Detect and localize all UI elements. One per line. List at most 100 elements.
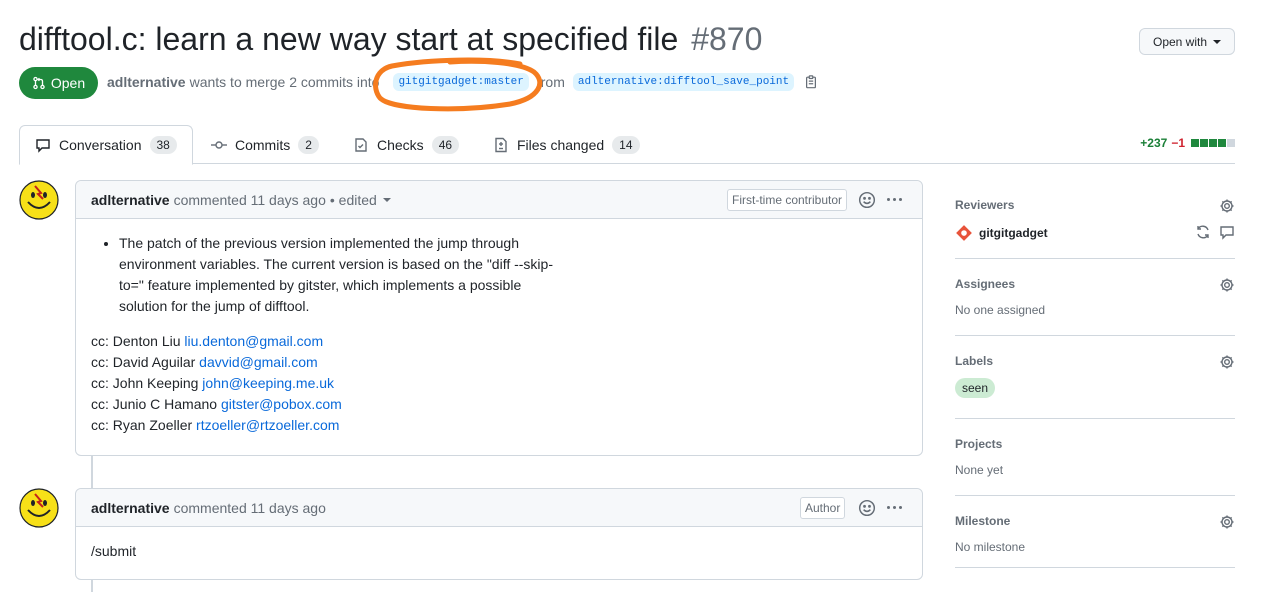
diffstat-block xyxy=(1227,139,1235,147)
from-text: from xyxy=(536,74,565,90)
smiley-icon[interactable] xyxy=(858,191,876,209)
tab-files-changed[interactable]: Files changed 14 xyxy=(493,125,640,164)
sidebar-heading[interactable]: Reviewers xyxy=(955,198,1235,212)
cc-name: cc: Denton Liu xyxy=(91,333,181,349)
email-link[interactable]: john@keeping.me.uk xyxy=(202,375,334,391)
comment-author[interactable]: adlternative xyxy=(91,192,170,208)
label-seen[interactable]: seen xyxy=(955,378,996,398)
pr-number: #870 xyxy=(691,21,763,57)
comment-timestamp[interactable]: commented 11 days ago xyxy=(174,192,326,208)
cc-name: cc: David Aguilar xyxy=(91,354,196,370)
email-link[interactable]: davvid@gmail.com xyxy=(199,354,317,370)
sidebar-projects: Projects None yet xyxy=(955,419,1235,496)
email-link[interactable]: liu.denton@gmail.com xyxy=(184,333,323,349)
bullet-list: The patch of the previous version implem… xyxy=(91,233,907,317)
sidebar-reviewers: Reviewers gitgitgadget xyxy=(955,180,1235,259)
additions-count: +237 xyxy=(1140,136,1168,150)
comment-timestamp[interactable]: commented 11 days ago xyxy=(174,500,326,516)
gear-icon[interactable] xyxy=(1219,514,1235,530)
reviewer-item[interactable]: gitgitgadget xyxy=(955,224,1235,242)
pr-meta: adlternative wants to merge 2 commits in… xyxy=(107,73,818,91)
author-badge: Author xyxy=(800,497,846,519)
sync-icon[interactable] xyxy=(1195,224,1211,240)
dot xyxy=(887,506,890,509)
timeline-connector xyxy=(91,456,93,488)
pull-request-icon xyxy=(33,76,45,90)
page-title: difftool.c: learn a new way start at spe… xyxy=(19,19,762,59)
gear-icon[interactable] xyxy=(1219,354,1235,370)
comment-body: /submit xyxy=(76,527,922,576)
comment-header: adlternative commented 11 days ago Autho… xyxy=(76,489,922,527)
sidebar-value: None yet xyxy=(955,463,1004,477)
merge-text: wants to merge 2 commits into xyxy=(189,74,380,90)
cc-line: cc: Junio C Hamano gitster@pobox.com xyxy=(91,394,907,415)
avatar[interactable] xyxy=(19,488,59,528)
tab-checks[interactable]: Checks 46 xyxy=(353,125,460,164)
comment-text: /submit xyxy=(91,543,137,559)
dot xyxy=(887,198,890,201)
smiley-icon[interactable] xyxy=(858,499,876,517)
sidebar-value: No milestone xyxy=(955,540,1026,554)
dot xyxy=(893,198,896,201)
sidebar-labels: Labels seen xyxy=(955,336,1235,419)
pr-tabs: Conversation 38 Commits 2 Checks 46 File… xyxy=(19,125,1235,165)
tab-counter: 46 xyxy=(431,135,460,154)
deletions-count: −1 xyxy=(1171,136,1185,150)
cc-line: cc: David Aguilar davvid@gmail.com xyxy=(91,352,907,373)
cc-name: cc: Junio C Hamano xyxy=(91,396,218,412)
commit-icon xyxy=(211,140,227,149)
checklist-icon xyxy=(355,137,367,152)
comment-card: adlternative commented 11 days ago • edi… xyxy=(75,180,923,456)
email-link[interactable]: gitster@pobox.com xyxy=(221,396,342,412)
comment-icon[interactable] xyxy=(1219,224,1235,240)
kebab-icon[interactable] xyxy=(887,506,902,509)
gear-icon[interactable] xyxy=(1219,277,1235,293)
chevron-down-icon xyxy=(1213,39,1222,44)
chevron-down-icon xyxy=(382,197,391,202)
sidebar-heading[interactable]: Assignees xyxy=(955,277,1235,291)
comment-author[interactable]: adlternative xyxy=(91,500,170,516)
tab-counter: 38 xyxy=(149,136,177,154)
pr-author-link[interactable]: adlternative xyxy=(107,74,186,90)
sidebar-heading[interactable]: Labels xyxy=(955,354,1235,368)
dot xyxy=(893,506,896,509)
status-badge: Open xyxy=(19,67,98,99)
tab-label: Files changed xyxy=(517,136,605,153)
sidebar-heading[interactable]: Projects xyxy=(955,437,1235,451)
copy-icon[interactable] xyxy=(804,75,818,89)
tab-label: Conversation xyxy=(59,137,142,153)
comment-icon xyxy=(36,139,50,153)
kebab-icon[interactable] xyxy=(887,198,902,201)
list-item: The patch of the previous version implem… xyxy=(119,233,559,317)
email-link[interactable]: rtzoeller@rtzoeller.com xyxy=(196,417,339,433)
diffstat-blocks xyxy=(1191,139,1235,147)
contributor-badge: First-time contributor xyxy=(727,189,848,211)
cc-line: cc: Ryan Zoeller rtzoeller@rtzoeller.com xyxy=(91,415,907,436)
edited-label: • edited xyxy=(329,191,377,208)
sidebar-assignees: Assignees No one assigned xyxy=(955,259,1235,336)
sidebar-value: No one assigned xyxy=(955,303,1046,317)
edited-dropdown[interactable]: • edited xyxy=(330,192,391,208)
status-label: Open xyxy=(50,75,86,91)
comment-card: adlternative commented 11 days ago Autho… xyxy=(75,488,923,580)
tab-commits[interactable]: Commits 2 xyxy=(211,125,319,164)
dot xyxy=(899,506,902,509)
cc-name: cc: John Keeping xyxy=(91,375,199,391)
open-with-button[interactable]: Open with xyxy=(1139,28,1235,55)
sidebar: Reviewers gitgitgadget Assignees No one … xyxy=(955,180,1235,568)
gear-icon[interactable] xyxy=(1219,198,1235,214)
diffstat-block xyxy=(1191,139,1199,147)
tab-conversation[interactable]: Conversation 38 xyxy=(19,125,193,165)
reviewer-actions xyxy=(1195,224,1235,240)
base-branch[interactable]: gitgitgadget:master xyxy=(393,73,529,91)
comment-body: The patch of the previous version implem… xyxy=(76,219,922,450)
cc-line: cc: Denton Liu liu.denton@gmail.com xyxy=(91,331,907,352)
head-branch[interactable]: adlternative:difftool_save_point xyxy=(572,73,795,91)
cc-name: cc: Ryan Zoeller xyxy=(91,417,193,433)
sidebar-heading[interactable]: Milestone xyxy=(955,514,1235,528)
cc-line: cc: John Keeping john@keeping.me.uk xyxy=(91,373,907,394)
tab-label: Commits xyxy=(235,136,291,153)
diffstat-block xyxy=(1209,139,1217,147)
avatar[interactable] xyxy=(19,180,59,220)
sidebar-milestone: Milestone No milestone xyxy=(955,496,1235,568)
